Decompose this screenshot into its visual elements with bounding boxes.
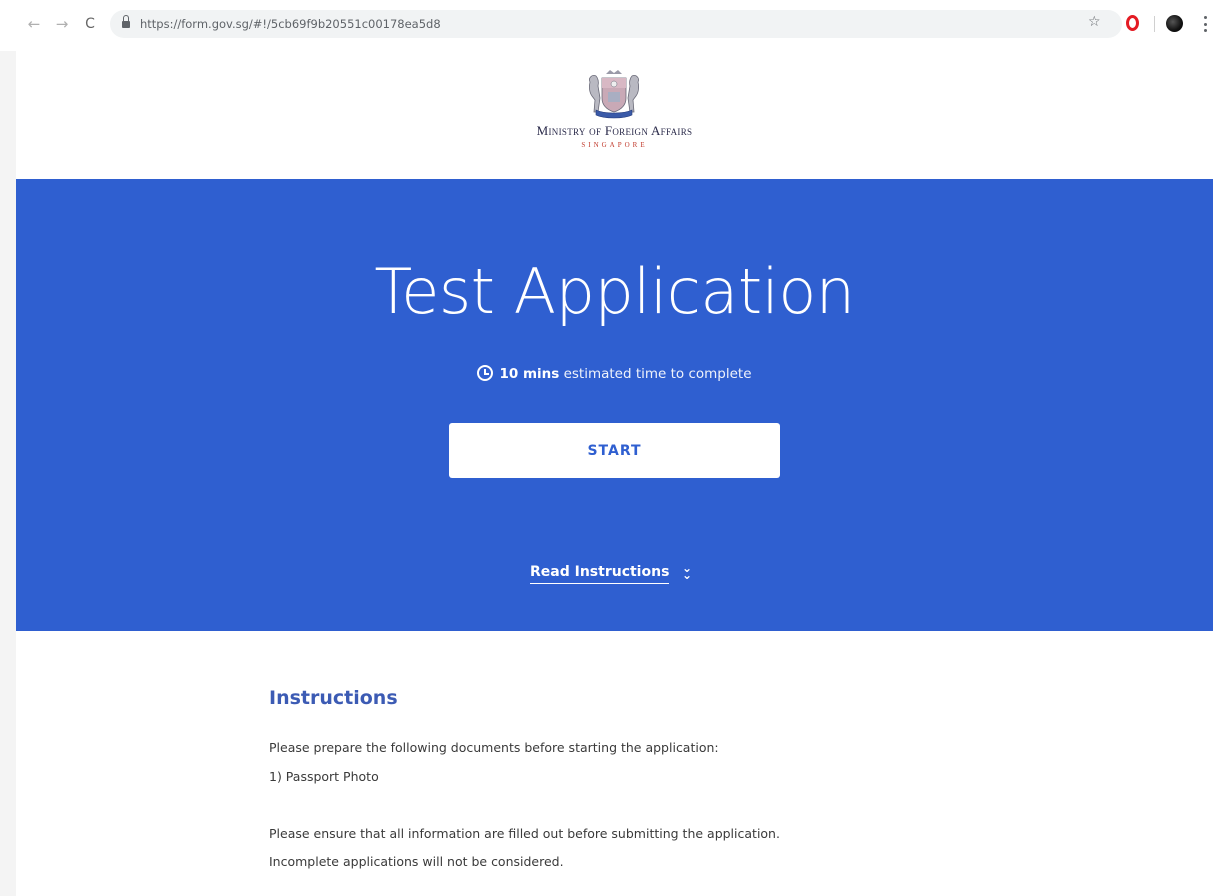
estimated-time: 10 mins estimated time to complete	[16, 365, 1213, 382]
estimated-time-value: 10 mins	[499, 366, 560, 382]
reload-icon[interactable]: C	[80, 14, 100, 34]
instructions-line: Please prepare the following documents b…	[269, 740, 719, 755]
start-button[interactable]: START	[449, 423, 780, 478]
opera-extension-icon[interactable]	[1126, 15, 1139, 31]
site-header: Ministry of Foreign Affairs SINGAPORE	[16, 51, 1213, 179]
left-gutter	[0, 51, 16, 896]
browser-toolbar: ← → C https://form.gov.sg/#!/5cb69f9b205…	[0, 0, 1213, 51]
ministry-name: Ministry of Foreign Affairs	[536, 123, 693, 138]
browser-menu-icon[interactable]	[1203, 16, 1207, 32]
clock-icon	[477, 365, 494, 381]
toolbar-divider	[1154, 16, 1155, 32]
instructions-line: Please ensure that all information are f…	[269, 826, 780, 841]
coat-of-arms-logo	[589, 70, 639, 119]
double-chevron-down-icon[interactable]: ⌄ ⌄	[682, 562, 692, 581]
instructions-line: Incomplete applications will not be cons…	[269, 854, 564, 869]
ministry-country: SINGAPORE	[581, 141, 648, 149]
address-bar[interactable]: https://form.gov.sg/#!/5cb69f9b20551c001…	[110, 10, 1122, 38]
instructions-heading: Instructions	[269, 687, 398, 709]
instructions-line: 1) Passport Photo	[269, 769, 379, 784]
bookmark-star-icon[interactable]: ☆	[1088, 14, 1101, 30]
url-text[interactable]: https://form.gov.sg/#!/5cb69f9b20551c001…	[140, 17, 441, 31]
back-icon[interactable]: ←	[24, 14, 44, 34]
page-content: Ministry of Foreign Affairs SINGAPORE Te…	[16, 51, 1213, 896]
estimated-time-label: estimated time to complete	[559, 366, 752, 382]
hero-banner: Test Application 10 mins estimated time …	[16, 179, 1213, 631]
forward-icon[interactable]: →	[52, 14, 72, 34]
page-title: Test Application	[374, 255, 855, 328]
profile-avatar-icon[interactable]	[1166, 15, 1183, 32]
lock-icon[interactable]	[122, 15, 130, 29]
read-instructions-link[interactable]: Read Instructions	[530, 564, 670, 584]
